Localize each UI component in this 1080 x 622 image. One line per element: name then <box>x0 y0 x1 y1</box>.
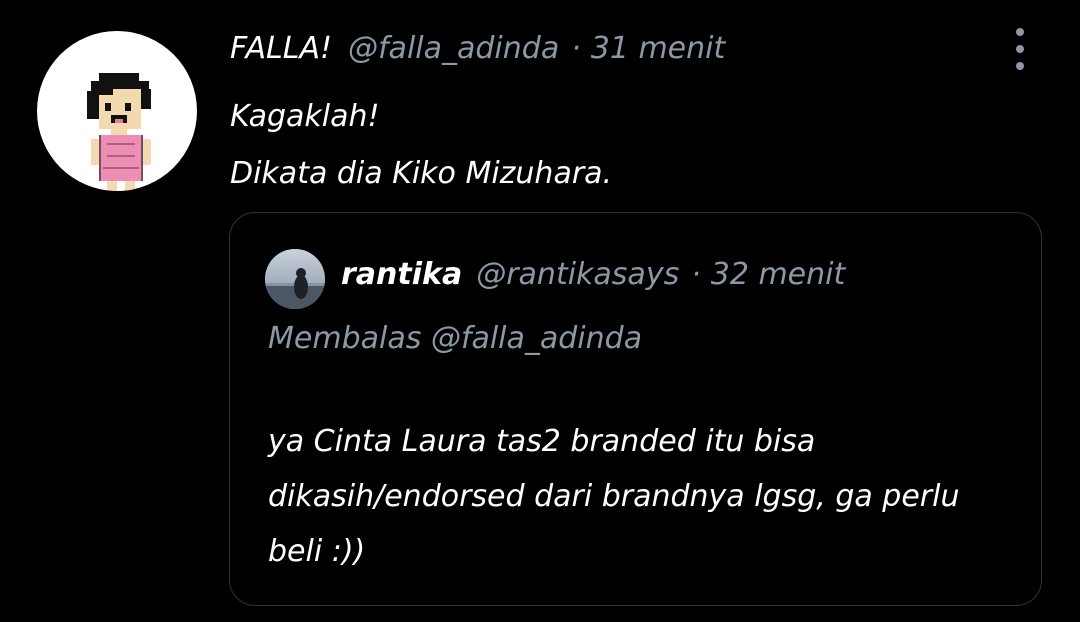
landscape-photo-image <box>265 249 325 309</box>
quoted-display-name[interactable]: rantika <box>341 257 462 292</box>
user-handle[interactable]: @falla_adinda <box>348 31 559 66</box>
quoted-tweet-header: rantika @rantikasays · 32 menit <box>341 252 845 296</box>
more-dot <box>1016 45 1024 53</box>
quoted-user-handle[interactable]: @rantikasays <box>476 257 679 292</box>
user-avatar[interactable] <box>37 31 197 191</box>
replying-to-label[interactable]: Membalas @falla_adinda <box>268 321 642 356</box>
tweet-text-line: Kagaklah! <box>230 99 380 134</box>
more-dot <box>1016 62 1024 70</box>
display-name[interactable]: FALLA! <box>230 31 332 66</box>
tweet-header: FALLA! @falla_adinda · 31 menit <box>230 26 725 70</box>
quoted-tweet-text: ya Cinta Laura tas2 branded itu bisa dik… <box>268 424 960 569</box>
separator-dot: · <box>571 30 581 66</box>
tweet: FALLA! @falla_adinda · 31 menit Kagaklah… <box>0 0 1080 622</box>
tweet-text-line: Dikata dia Kiko Mizuhara. <box>230 156 613 191</box>
quoted-timestamp[interactable]: 32 menit <box>711 257 846 292</box>
pixel-character-image <box>87 73 151 191</box>
more-vertical-icon[interactable] <box>1006 28 1034 70</box>
tweet-text: Kagaklah! Dikata dia Kiko Mizuhara. <box>230 88 612 202</box>
timestamp[interactable]: 31 menit <box>591 31 726 66</box>
separator-dot: · <box>691 256 701 292</box>
more-dot <box>1016 28 1024 36</box>
quoted-user-avatar[interactable] <box>265 249 325 309</box>
